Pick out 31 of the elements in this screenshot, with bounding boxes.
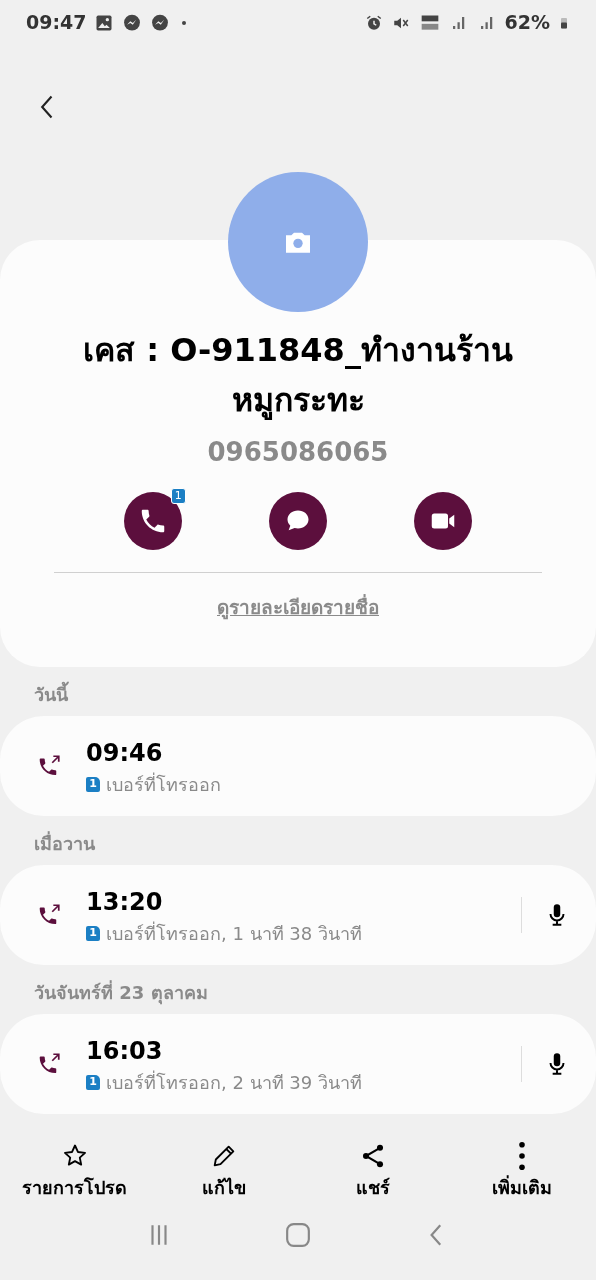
call-time: 13:20 (86, 886, 164, 918)
call-log-item[interactable]: 16:03 1 เบอร์ที่โทรออก, 2 นาที 39 วินาที (0, 1014, 596, 1114)
date-header: วันนี้ (0, 667, 596, 716)
contact-name: เคส : O-911848_ทำงานร้านหมูกระทะ (82, 330, 514, 422)
sim-icon: 1 (86, 1074, 100, 1090)
chat-bubble-icon (150, 12, 171, 33)
call-description: เบอร์ที่โทรออก, 2 นาที 39 วินาที (106, 1069, 362, 1095)
sim-badge: 1 (170, 488, 186, 504)
home-icon[interactable] (285, 1221, 311, 1248)
sim-icon: 1 (86, 776, 100, 792)
share-button[interactable]: แชร์ (302, 1140, 443, 1202)
clock-text: 09:47 (26, 10, 87, 36)
more-icon (518, 1141, 525, 1170)
alarm-icon (364, 13, 383, 32)
favorite-button[interactable]: รายการโปรด (4, 1140, 145, 1202)
battery-text: 62% (504, 10, 550, 36)
call-time: 16:03 (86, 1035, 164, 1067)
call-description: เบอร์ที่โทรออก (106, 771, 221, 797)
call-description: เบอร์ที่โทรออก, 1 นาที 38 วินาที (106, 920, 362, 946)
date-header: เมื่อวาน (33, 830, 96, 856)
edit-button[interactable]: แก้ไข (153, 1140, 294, 1202)
chat-bubble-icon (122, 12, 143, 33)
call-log-item[interactable]: 09:46 1 เบอร์ที่โทรออก (0, 716, 596, 816)
phone-number: 0965086065 (206, 436, 390, 469)
sim-icon: 1 (86, 925, 100, 941)
call-time: 09:46 (86, 737, 164, 769)
call-log-item[interactable]: 13:20 1 เบอร์ที่โทรออก, 1 นาที 38 วินาที (0, 865, 596, 965)
video-button[interactable] (414, 492, 473, 550)
message-button[interactable] (269, 492, 327, 550)
more-button[interactable]: เพิ่มเติม (451, 1140, 592, 1202)
date-header: วันจันทร์ที่ 23 ตุลาคม (33, 979, 209, 1007)
